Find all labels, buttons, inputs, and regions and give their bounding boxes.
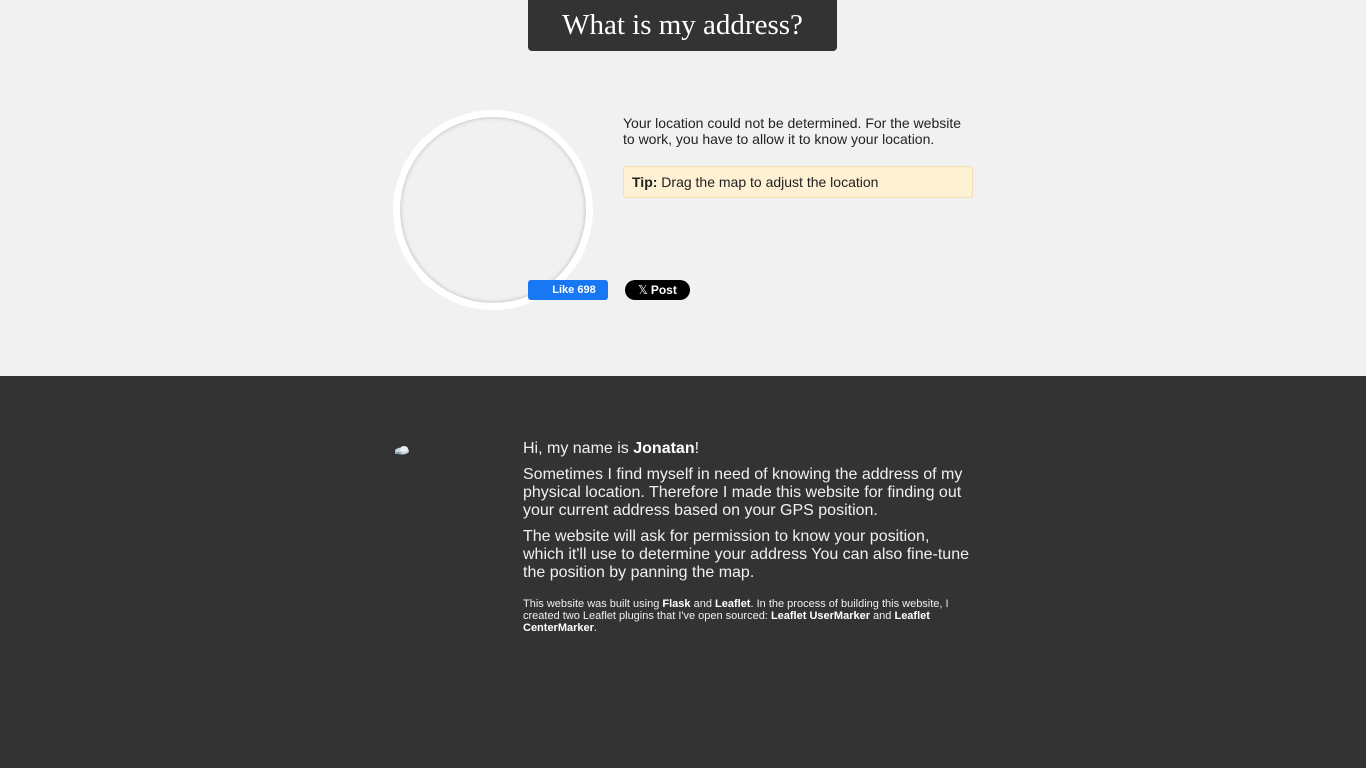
author-name: Jonatan xyxy=(633,440,695,457)
credits-part: and xyxy=(870,610,895,622)
location-error-message: Your location could not be determined. F… xyxy=(623,115,962,147)
thumbs-up-icon xyxy=(537,285,547,295)
about-paragraph-2: The website will ask for permission to k… xyxy=(523,528,969,581)
leaflet-link[interactable]: Leaflet xyxy=(715,598,750,610)
like-label: Like 698 xyxy=(552,284,596,296)
footer-section: Hi, my name is Jonatan! Sometimes I find… xyxy=(0,376,1366,768)
avatar-image xyxy=(395,446,409,455)
x-logo-icon: 𝕏 xyxy=(638,283,648,297)
x-post-button[interactable]: 𝕏 Post xyxy=(625,280,690,300)
credits-part: and xyxy=(690,598,716,610)
top-section: What is my address? Your location could … xyxy=(0,0,1366,376)
facebook-like-button[interactable]: Like 698 xyxy=(528,280,608,300)
leaflet-usermarker-link[interactable]: Leaflet UserMarker xyxy=(771,610,870,622)
greeting: Hi, my name is Jonatan! xyxy=(523,440,973,458)
credits-text: This website was built using Flask and L… xyxy=(523,598,973,634)
greeting-suffix: ! xyxy=(694,440,700,457)
tip-box: Tip: Drag the map to adjust the location xyxy=(623,166,973,198)
greeting-prefix: Hi, my name is xyxy=(523,440,634,457)
about-paragraph-1: Sometimes I find myself in need of knowi… xyxy=(523,466,963,519)
post-label: Post xyxy=(650,283,677,297)
tip-text: Drag the map to adjust the location xyxy=(661,174,879,190)
credits-part: . xyxy=(593,622,597,634)
about-text: Hi, my name is Jonatan! Sometimes I find… xyxy=(523,440,973,642)
tip-label: Tip: xyxy=(632,174,658,190)
flask-link[interactable]: Flask xyxy=(662,598,690,610)
credits-part: This website was built using xyxy=(523,598,663,610)
page-title: What is my address? xyxy=(528,0,837,51)
